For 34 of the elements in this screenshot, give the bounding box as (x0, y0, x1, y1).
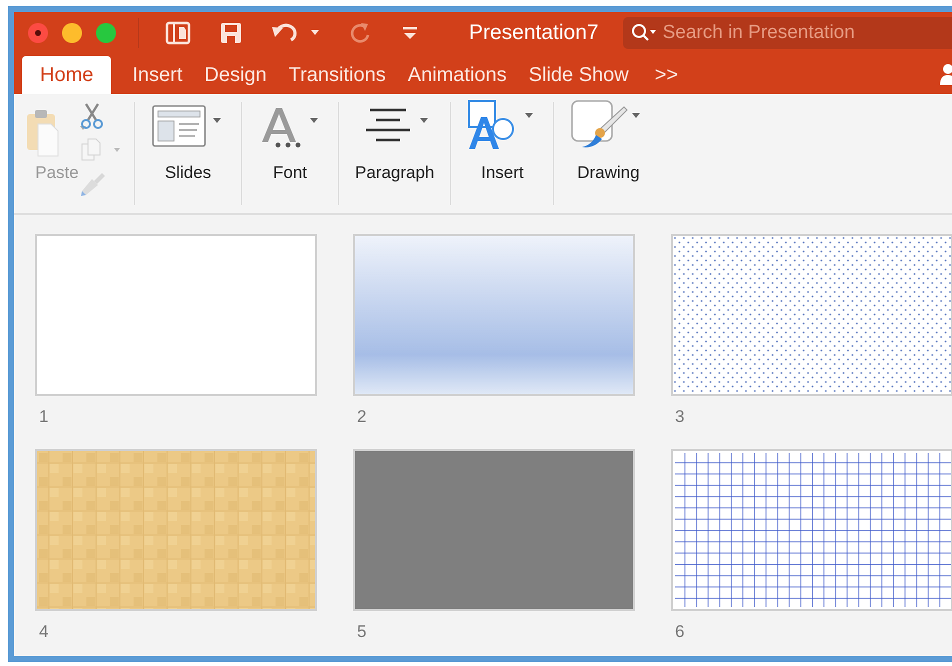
ribbon-tab[interactable]: Slide Show (518, 56, 640, 94)
ribbon-tab[interactable]: Transitions (278, 56, 397, 94)
slide-number: 5 (357, 622, 366, 642)
slide-thumbnail[interactable] (35, 449, 317, 611)
group-label[interactable]: Insert (481, 163, 524, 183)
ribbon-tab[interactable]: Insert (121, 56, 194, 94)
ribbon-tab[interactable]: Home (22, 56, 112, 94)
minimize-button[interactable] (62, 23, 82, 43)
slide-number: 1 (39, 407, 48, 427)
ribbon-tab[interactable]: Animations (396, 56, 518, 94)
slide-thumbnail[interactable] (671, 449, 952, 611)
slide-number: 3 (675, 407, 684, 427)
slide-thumbnail[interactable] (353, 449, 635, 611)
slide-number: 2 (357, 407, 366, 427)
person-icon[interactable] (940, 63, 952, 85)
save-icon[interactable] (219, 21, 243, 45)
slide-number: 4 (39, 622, 48, 642)
group-label[interactable]: Slides (164, 163, 212, 183)
more-tabs-button[interactable]: >> (644, 56, 690, 94)
slide-number: 6 (675, 622, 684, 642)
group-label[interactable]: Paragraph (355, 163, 434, 183)
zoom-button[interactable] (96, 23, 116, 43)
group-label[interactable]: Drawing (577, 163, 640, 183)
group-label[interactable]: Font (272, 163, 308, 183)
close-button[interactable] (28, 23, 48, 43)
search-field[interactable]: Search in Presentation (622, 17, 952, 49)
ribbon-tab[interactable]: Design (193, 56, 278, 94)
sidebar-icon[interactable] (165, 21, 191, 45)
window-title: Presentation7 (469, 21, 599, 45)
slide-thumbnail[interactable] (671, 234, 952, 396)
group-label: Paste (35, 163, 79, 183)
slide-thumbnail[interactable] (35, 234, 317, 396)
scissors-icon[interactable] (78, 102, 106, 130)
slide-thumbnail[interactable] (353, 234, 635, 396)
